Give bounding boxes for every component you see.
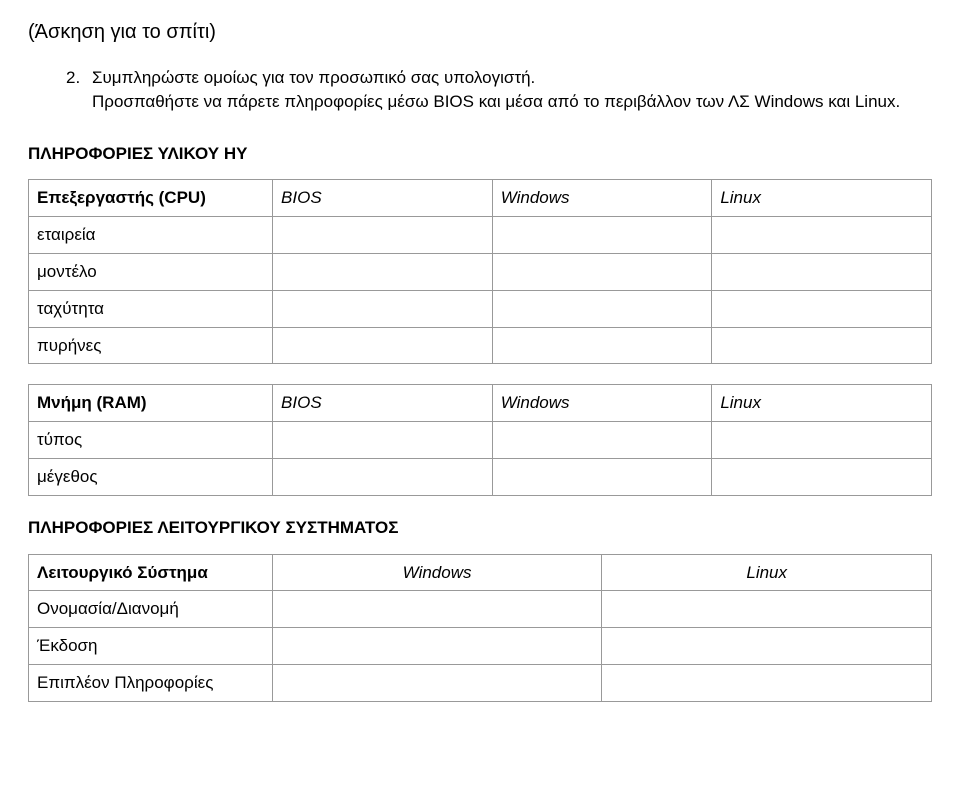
cell-empty [272,628,602,665]
cell-empty [273,253,493,290]
os-header-label: Λειτουργικό Σύστημα [29,554,273,591]
cpu-header-bios: BIOS [273,180,493,217]
ram-header-label: Μνήμη (RAM) [29,385,273,422]
instruction-block: 2. Συμπληρώστε ομοίως για τον προσωπικό … [66,66,932,114]
ram-header-windows: Windows [492,385,712,422]
cell-empty [492,290,712,327]
table-row: πυρήνες [29,327,932,364]
table-row: Επιπλέον Πληροφορίες [29,664,932,701]
page-title: (Άσκηση για το σπίτι) [28,18,932,46]
cell-empty [602,628,932,665]
os-header-linux: Linux [602,554,932,591]
cell-empty [272,591,602,628]
cpu-header-windows: Windows [492,180,712,217]
ram-header-linux: Linux [712,385,932,422]
os-table: Λειτουργικό Σύστημα Windows Linux Ονομασ… [28,554,932,702]
hardware-info-heading: ΠΛΗΡΟΦΟΡΙΕΣ ΥΛΙΚΟΥ ΗΥ [28,142,932,166]
instruction-text-2: Προσπαθήστε να πάρετε πληροφορίες μέσω B… [92,90,932,114]
table-row: μέγεθος [29,458,932,495]
cell-empty [712,253,932,290]
cell-empty [492,458,712,495]
cpu-table: Επεξεργαστής (CPU) BIOS Windows Linux ετ… [28,179,932,364]
cell-empty [273,217,493,254]
table-header-row: Μνήμη (RAM) BIOS Windows Linux [29,385,932,422]
os-info-heading: ΠΛΗΡΟΦΟΡΙΕΣ ΛΕΙΤΟΥΡΓΙΚΟΥ ΣΥΣΤΗΜΑΤΟΣ [28,516,932,540]
cell-empty [492,422,712,459]
cell-empty [602,664,932,701]
os-header-windows: Windows [272,554,602,591]
cell-empty [492,253,712,290]
os-row-label: Ονομασία/Διανομή [29,591,273,628]
table-header-row: Επεξεργαστής (CPU) BIOS Windows Linux [29,180,932,217]
cell-empty [273,458,493,495]
table-header-row: Λειτουργικό Σύστημα Windows Linux [29,554,932,591]
cell-empty [273,290,493,327]
table-row: εταιρεία [29,217,932,254]
cell-empty [272,664,602,701]
table-row: Έκδοση [29,628,932,665]
cpu-row-label: πυρήνες [29,327,273,364]
instruction-text-1: Συμπληρώστε ομοίως για τον προσωπικό σας… [92,66,932,90]
ram-row-label: μέγεθος [29,458,273,495]
cell-empty [273,422,493,459]
cell-empty [712,327,932,364]
cpu-row-label: εταιρεία [29,217,273,254]
table-row: ταχύτητα [29,290,932,327]
cpu-row-label: μοντέλο [29,253,273,290]
cpu-row-label: ταχύτητα [29,290,273,327]
cell-empty [712,217,932,254]
cell-empty [712,458,932,495]
instruction-number: 2. [66,66,92,90]
table-row: τύπος [29,422,932,459]
cell-empty [492,217,712,254]
ram-table: Μνήμη (RAM) BIOS Windows Linux τύπος μέγ… [28,384,932,495]
ram-header-bios: BIOS [273,385,493,422]
os-row-label: Επιπλέον Πληροφορίες [29,664,273,701]
cell-empty [273,327,493,364]
cpu-header-linux: Linux [712,180,932,217]
cpu-header-label: Επεξεργαστής (CPU) [29,180,273,217]
ram-row-label: τύπος [29,422,273,459]
cell-empty [712,290,932,327]
os-row-label: Έκδοση [29,628,273,665]
table-row: μοντέλο [29,253,932,290]
cell-empty [602,591,932,628]
cell-empty [492,327,712,364]
table-row: Ονομασία/Διανομή [29,591,932,628]
instruction-line1: 2. Συμπληρώστε ομοίως για τον προσωπικό … [66,66,932,90]
cell-empty [712,422,932,459]
